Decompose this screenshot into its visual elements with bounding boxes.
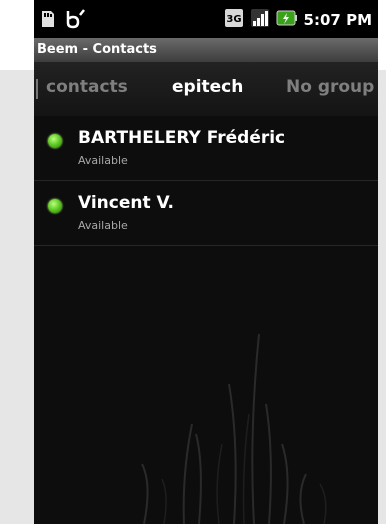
sd-card-icon [40,9,56,33]
app-title: Beem - Contacts [34,38,378,62]
signal-icon [250,8,270,32]
contact-name: Vincent V. [78,193,174,213]
status-bar: 3G 5:07 PM [34,0,378,38]
list-item[interactable]: BARTHELERY Frédéric Available [34,116,378,181]
available-status-icon [48,134,62,148]
background-band-right [378,70,386,524]
contact-list: BARTHELERY Frédéric Available Vincent V.… [34,116,378,246]
grass-background [141,333,327,524]
phone-screen: 3G 5:07 PM Beem - Contacts contacts epit… [34,0,378,524]
contact-status: Available [78,219,128,232]
beem-notification-icon [64,8,86,34]
background-band-left [0,70,34,524]
clock: 5:07 PM [303,11,372,29]
battery-charging-icon [276,8,298,32]
contact-name: BARTHELERY Frédéric [78,128,286,148]
available-status-icon [48,199,62,213]
list-item[interactable]: Vincent V. Available [34,181,378,246]
contact-status: Available [78,154,128,167]
network-3g-icon: 3G [224,8,244,32]
tab-epitech[interactable]: epitech [172,77,243,97]
tab-edge-marker [36,79,38,99]
tab-contacts[interactable]: contacts [46,77,128,97]
tab-no-group[interactable]: No group [286,77,374,97]
svg-text:3G: 3G [226,14,241,25]
group-tabs: contacts epitech No group [34,62,378,116]
